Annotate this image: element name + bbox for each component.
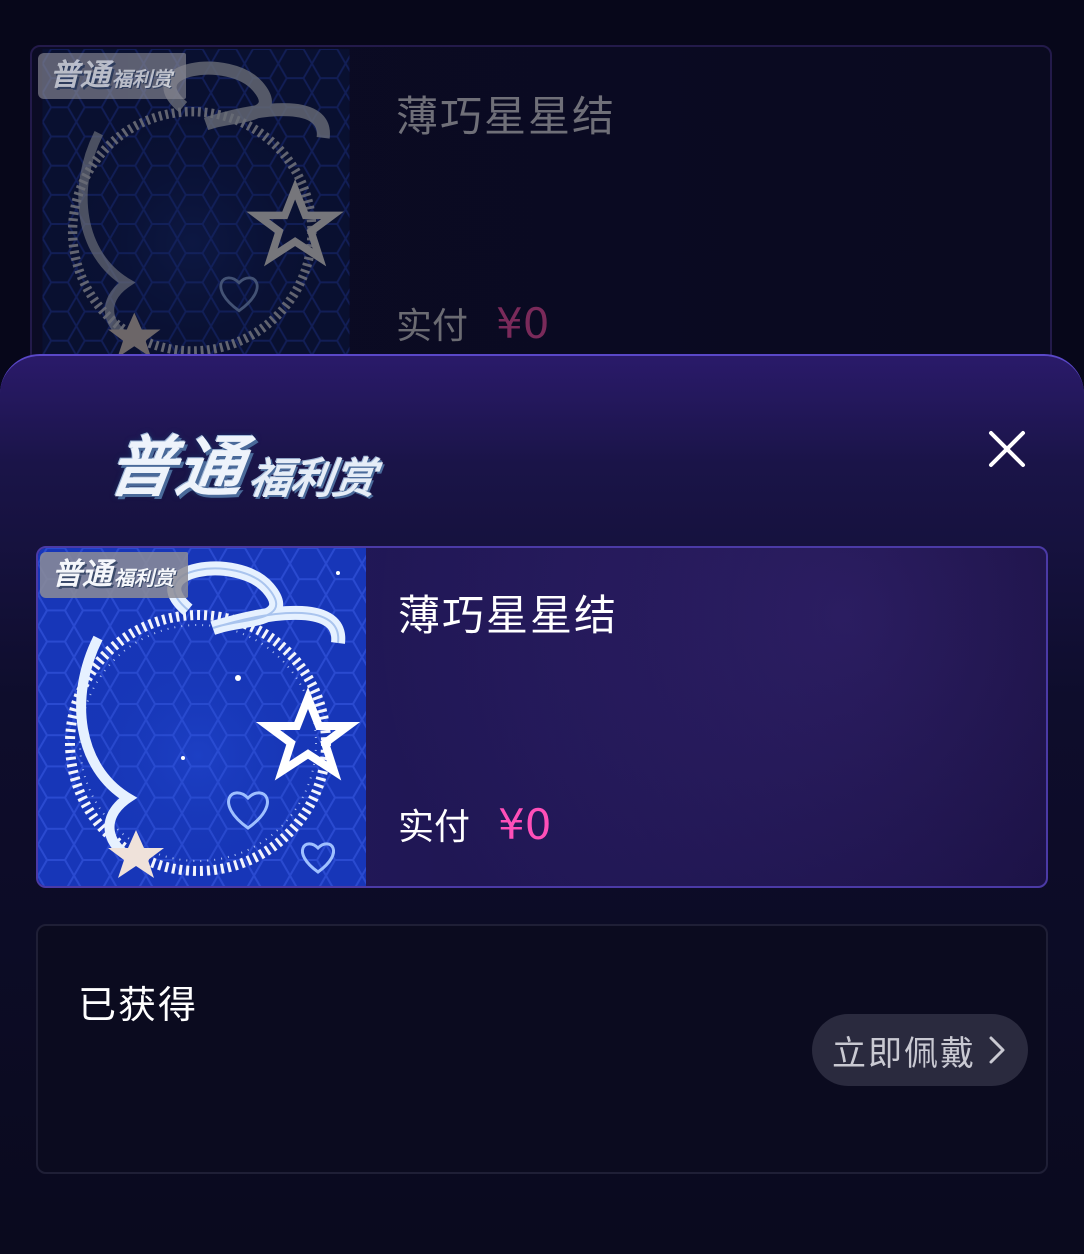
item-title: 薄巧星星结 — [398, 591, 619, 640]
welfare-badge: 普通 福利赏 — [38, 53, 186, 99]
sheet-badge-sub: 福利赏 — [246, 454, 380, 503]
badge-sub-text: 福利赏 — [112, 67, 172, 91]
background-price-row: 实付 ¥0 — [396, 297, 549, 349]
close-button[interactable] — [982, 424, 1032, 474]
frame-art-image — [38, 548, 366, 886]
item-card: 普通 福利赏 薄巧星星结 实付 ¥0 — [36, 546, 1048, 888]
wear-now-label: 立即佩戴 — [832, 1033, 976, 1074]
close-icon — [989, 431, 1025, 467]
badge-main-text: 普通 — [52, 557, 112, 592]
sheet-badge-logo: 普通 福利赏 — [103, 414, 385, 510]
chevron-right-icon — [989, 1036, 1005, 1064]
background-item-title: 薄巧星星结 — [396, 92, 617, 141]
price-label: 实付 — [398, 807, 471, 848]
reward-detail-sheet: 普通 福利赏 普通 福利赏 薄巧星星结 实付 ¥0 已获得 立即佩戴 — [0, 354, 1084, 1254]
obtained-panel: 已获得 立即佩戴 — [36, 924, 1048, 1174]
obtained-label: 已获得 — [78, 983, 199, 1027]
wear-now-button[interactable]: 立即佩戴 — [812, 1014, 1028, 1086]
price-value: ¥0 — [498, 800, 552, 849]
price-row: 实付 ¥0 — [398, 798, 551, 850]
frame-thumbnail: 普通 福利赏 — [38, 548, 366, 886]
price-value: ¥0 — [496, 299, 550, 348]
welfare-badge: 普通 福利赏 — [40, 552, 188, 598]
badge-sub-text: 福利赏 — [114, 566, 174, 590]
background-item-card: 普通 福利赏 薄巧星星结 实付 ¥0 — [30, 45, 1052, 365]
badge-main-text: 普通 — [50, 58, 110, 93]
price-label: 实付 — [396, 306, 469, 347]
sheet-badge-main: 普通 — [103, 429, 251, 506]
background-frame-thumbnail: 普通 福利赏 — [36, 49, 356, 363]
